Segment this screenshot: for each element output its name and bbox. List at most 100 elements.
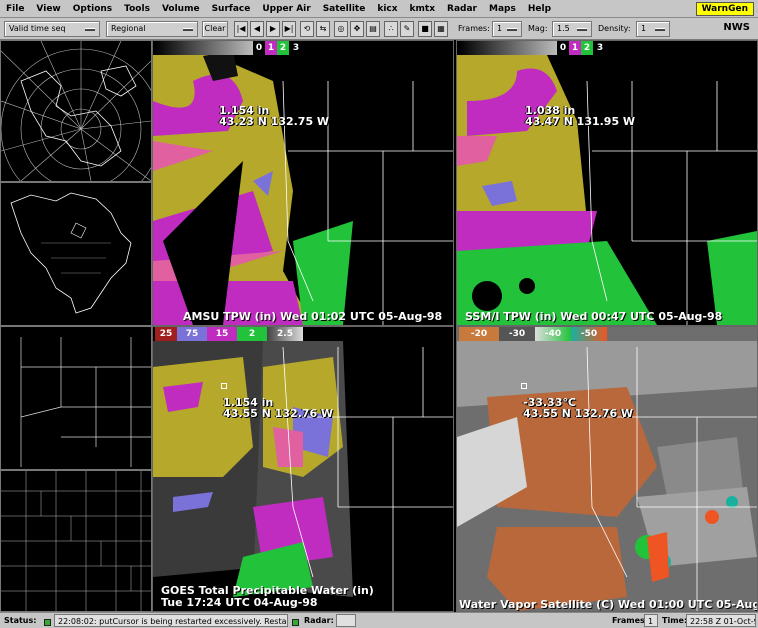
- frames-value: 1: [497, 24, 503, 33]
- radar-field[interactable]: [336, 614, 356, 627]
- scale-label: 25: [155, 327, 177, 341]
- step-forward-icon[interactable]: ▶: [266, 21, 280, 37]
- ssmi-tpw-image: [457, 41, 757, 325]
- amsu-caption: AMSU TPW (in) Wed 01:02 UTC 05-Aug-98: [183, 310, 443, 323]
- scale-gradient: [459, 41, 557, 55]
- ssmi-readout-location: 43.47 N 131.95 W: [525, 115, 636, 128]
- menu-file[interactable]: File: [0, 0, 30, 18]
- menu-help[interactable]: Help: [522, 0, 557, 18]
- north-america-map-graphic: [10, 192, 132, 314]
- amsu-color-scale: 0 1 2 3: [155, 41, 303, 55]
- time-mode-value: Valid time seq: [9, 24, 66, 33]
- wv-color-scale: -20 -30 -40 -50: [459, 327, 607, 341]
- amsu-sample-readout: 1.154 in 43.23 N 132.75 W: [219, 105, 329, 127]
- scale-label: 2.5: [267, 327, 303, 341]
- pane-amsu-tpw[interactable]: 0 1 2 3 1.154 in 43.23 N 132.75 W AMSU T…: [152, 40, 454, 326]
- scale-label: 15: [207, 327, 237, 341]
- amsu-readout-location: 43.23 N 132.75 W: [219, 115, 330, 128]
- toolbar: Valid time seq Regional Clear |◀ ◀ ▶ ▶| …: [0, 18, 758, 40]
- menu-surface[interactable]: Surface: [206, 0, 257, 18]
- radar-indicator-icon: [292, 616, 299, 628]
- mag-value: 1.5: [557, 24, 570, 33]
- time-mode-dropdown[interactable]: Valid time seq: [4, 21, 100, 37]
- warngen-button[interactable]: WarnGen: [695, 2, 754, 16]
- step-back-icon[interactable]: ◀: [250, 21, 264, 37]
- menu-radar[interactable]: Radar: [441, 0, 483, 18]
- mag-dropdown[interactable]: 1.5: [552, 21, 592, 37]
- draw-icon[interactable]: ✎: [400, 21, 414, 37]
- goes-tpw-image: [153, 327, 453, 611]
- site-label: NWS: [723, 22, 750, 33]
- ssmi-color-scale: 0 1 2 3: [459, 41, 607, 55]
- menu-tools[interactable]: Tools: [118, 0, 156, 18]
- print-icon[interactable]: ▤: [366, 21, 380, 37]
- pane-ssmi-tpw[interactable]: 0 1 2 3 1.038 in 43.47 N 131.95 W SSM/I …: [456, 40, 758, 326]
- time-label: Time:: [662, 616, 688, 625]
- scale-label: -50: [571, 327, 607, 341]
- scale-label: 1: [265, 41, 277, 55]
- menu-kmtx[interactable]: kmtx: [404, 0, 441, 18]
- scale-label: -40: [535, 327, 571, 341]
- pane-goes-tpw[interactable]: 25 75 15 2 2.5 1.154 in 43.55 N 132.76 W…: [152, 326, 454, 612]
- goes-caption-line2: Tue 17:24 UTC 04-Aug-98: [161, 596, 318, 609]
- scale-label: 2: [581, 41, 593, 55]
- goes-caption: GOES Total Precipitable Water (in) Tue 1…: [161, 585, 374, 609]
- status-indicator-icon: [44, 616, 51, 628]
- menu-options[interactable]: Options: [67, 0, 118, 18]
- menu-volume[interactable]: Volume: [156, 0, 206, 18]
- status-label: Status:: [4, 616, 37, 625]
- scale-label: 0: [253, 41, 265, 55]
- four-pane-icon[interactable]: ▦: [434, 21, 448, 37]
- single-pane-icon[interactable]: ■: [418, 21, 432, 37]
- dropdown-indicator-icon: [507, 27, 517, 31]
- water-vapor-image: [457, 327, 757, 611]
- goes-color-scale: 25 75 15 2 2.5: [155, 327, 303, 341]
- ssmi-caption: SSM/I TPW (in) Wed 00:47 UTC 05-Aug-98: [465, 310, 723, 323]
- scale-label: -30: [499, 327, 535, 341]
- pan-icon[interactable]: ✥: [350, 21, 364, 37]
- thumbnail-north-america-map[interactable]: [0, 182, 152, 326]
- status-message: 22:08:02: putCursor is being restarted e…: [54, 614, 288, 627]
- scale-label: 2: [237, 327, 267, 341]
- scale-label: 0: [557, 41, 569, 55]
- dropdown-indicator-icon: [655, 27, 665, 31]
- density-dropdown[interactable]: 1: [636, 21, 670, 37]
- clear-button[interactable]: Clear: [202, 21, 228, 37]
- first-frame-icon[interactable]: |◀: [234, 21, 248, 37]
- thumbnail-county-map[interactable]: [0, 470, 152, 612]
- menu-maps[interactable]: Maps: [483, 0, 522, 18]
- points-icon[interactable]: ∴: [384, 21, 398, 37]
- loop-icon[interactable]: ⟲: [300, 21, 314, 37]
- scale-value: Regional: [111, 24, 146, 33]
- radar-label: Radar:: [304, 616, 334, 625]
- last-frame-icon[interactable]: ▶|: [282, 21, 296, 37]
- pane-water-vapor[interactable]: -20 -30 -40 -50 -33.33°C 43.55 N 132.76 …: [456, 326, 758, 612]
- menu-kicx[interactable]: kicx: [371, 0, 403, 18]
- scale-label: 75: [177, 327, 207, 341]
- scale-label: 1: [569, 41, 581, 55]
- thumbnail-polar-map[interactable]: [0, 40, 152, 182]
- scale-dropdown[interactable]: Regional: [106, 21, 198, 37]
- menu-view[interactable]: View: [30, 0, 66, 18]
- scale-label: 3: [289, 41, 303, 55]
- scale-label: 3: [593, 41, 607, 55]
- scale-gradient: [155, 41, 253, 55]
- wv-sample-readout: -33.33°C 43.55 N 132.76 W: [523, 397, 633, 419]
- ssmi-sample-readout: 1.038 in 43.47 N 131.95 W: [525, 105, 635, 127]
- thumbnail-western-us-map[interactable]: [0, 326, 152, 470]
- menu-upper-air[interactable]: Upper Air: [256, 0, 316, 18]
- time-value: 22:58 Z 01-Oct-98: [686, 614, 756, 627]
- frames-label: Frames:: [458, 24, 490, 33]
- density-label: Density:: [598, 24, 631, 33]
- mag-label: Mag:: [528, 24, 548, 33]
- frames-dropdown[interactable]: 1: [492, 21, 522, 37]
- swap-icon[interactable]: ⇆: [316, 21, 330, 37]
- menu-bar: File View Options Tools Volume Surface U…: [0, 0, 758, 18]
- zoom-icon[interactable]: ◎: [334, 21, 348, 37]
- amsu-tpw-image: [153, 41, 453, 325]
- status-bar: Status: 22:08:02: putCursor is being res…: [0, 612, 758, 628]
- western-us-map-graphic: [20, 337, 151, 467]
- scale-label: 2: [277, 41, 289, 55]
- menu-satellite[interactable]: Satellite: [317, 0, 372, 18]
- county-map-graphic: [1, 471, 151, 611]
